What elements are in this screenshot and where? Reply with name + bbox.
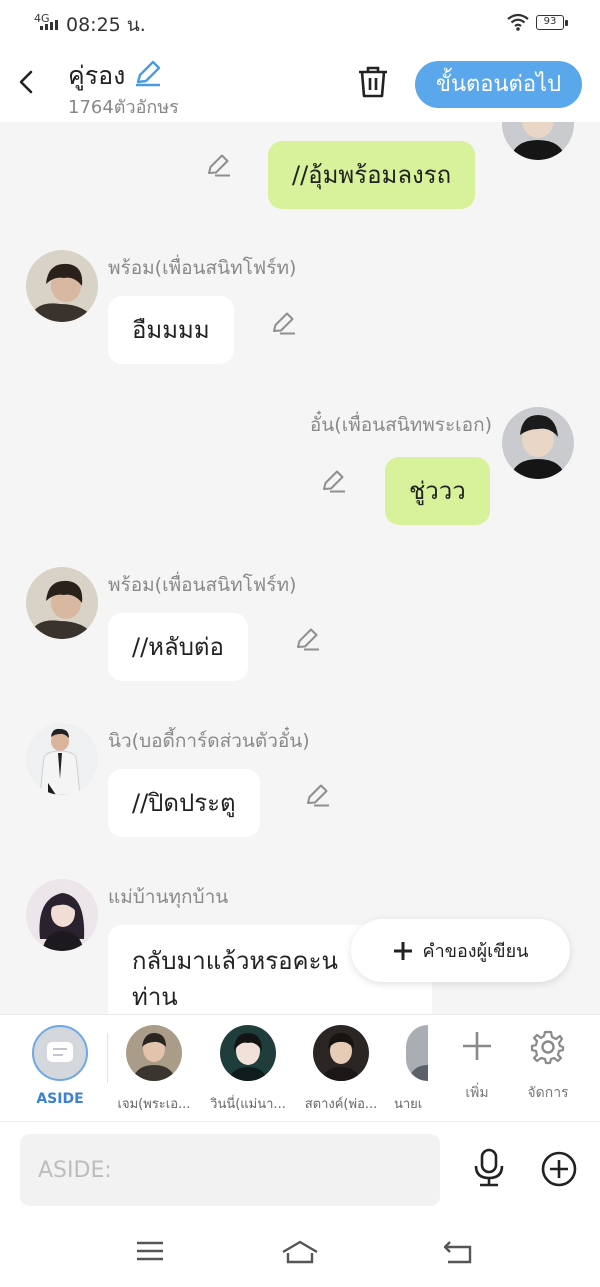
plus-icon bbox=[393, 941, 412, 960]
avatar[interactable] bbox=[26, 879, 98, 951]
page-title: คู่รอง bbox=[68, 61, 126, 90]
author-note-button[interactable]: คำของผู้เขียน bbox=[351, 919, 570, 982]
sender-name: อั๋น(เพื่อนสนิทพระเอก) bbox=[309, 414, 492, 436]
signal-icon bbox=[40, 20, 58, 30]
add-attachment-icon[interactable] bbox=[540, 1150, 578, 1192]
edit-message-icon[interactable] bbox=[320, 468, 346, 498]
message-line: ท่าน bbox=[132, 983, 178, 1011]
edit-message-icon[interactable] bbox=[270, 310, 296, 340]
sender-name: แม่บ้านทุกบ้าน bbox=[108, 886, 229, 908]
character-name: เจม(พระเอ... bbox=[117, 1097, 191, 1112]
message-bubble[interactable]: ชู่ววว bbox=[385, 457, 490, 525]
character-avatar[interactable] bbox=[406, 1025, 428, 1081]
chat-area: //อุ้มพร้อมลงรถ พร้อม(เพื่อนสนิทโฟร์ท) อ… bbox=[0, 122, 600, 1014]
character-avatar[interactable] bbox=[126, 1025, 182, 1081]
avatar[interactable] bbox=[26, 250, 98, 322]
add-character-icon[interactable] bbox=[460, 1029, 494, 1067]
character-avatar[interactable] bbox=[313, 1025, 369, 1081]
system-nav-bar bbox=[0, 1221, 600, 1287]
divider bbox=[107, 1033, 108, 1083]
aside-selector[interactable] bbox=[32, 1025, 88, 1081]
message-bubble[interactable]: อืมมมม bbox=[108, 296, 234, 364]
avatar[interactable] bbox=[26, 723, 98, 795]
chat-bubble-icon bbox=[47, 1042, 73, 1062]
edit-message-icon[interactable] bbox=[205, 152, 231, 182]
gear-icon[interactable] bbox=[530, 1029, 566, 1069]
next-step-button[interactable]: ขั้นตอนต่อไป bbox=[415, 61, 582, 108]
sender-name: นิว(บอดี้การ์ดส่วนตัวอั๋น) bbox=[108, 730, 310, 752]
character-bar: ASIDE เจม(พระเอ... วินนี่(แม่นา... สตางค… bbox=[0, 1014, 600, 1121]
message-bubble[interactable]: //หลับต่อ bbox=[108, 613, 248, 681]
avatar[interactable] bbox=[502, 122, 574, 160]
back-arrow-icon[interactable] bbox=[14, 66, 42, 98]
author-note-label: คำของผู้เขียน bbox=[422, 941, 529, 962]
manage-label: จัดการ bbox=[527, 1085, 569, 1101]
message-input[interactable] bbox=[20, 1134, 440, 1206]
home-icon[interactable] bbox=[280, 1239, 320, 1269]
input-bar bbox=[0, 1121, 600, 1221]
character-name: นายเ bbox=[394, 1097, 423, 1112]
back-nav-icon[interactable] bbox=[442, 1239, 474, 1269]
character-name: สตางค์(พ่อ... bbox=[304, 1097, 378, 1112]
microphone-icon[interactable] bbox=[470, 1148, 508, 1192]
edit-message-icon[interactable] bbox=[304, 782, 330, 812]
character-avatar[interactable] bbox=[220, 1025, 276, 1081]
edit-title-icon[interactable] bbox=[133, 58, 163, 92]
add-label: เพิ่ม bbox=[465, 1085, 489, 1101]
message-bubble[interactable]: //ปิดประตู bbox=[108, 769, 260, 837]
wifi-icon bbox=[506, 12, 530, 36]
message-bubble[interactable]: //อุ้มพร้อมลงรถ bbox=[268, 141, 476, 209]
trash-icon[interactable] bbox=[356, 64, 390, 104]
aside-label: ASIDE bbox=[36, 1091, 84, 1107]
avatar[interactable] bbox=[502, 407, 574, 479]
edit-message-icon[interactable] bbox=[294, 626, 320, 656]
menu-icon[interactable] bbox=[135, 1239, 165, 1267]
avatar[interactable] bbox=[26, 567, 98, 639]
character-name: วินนี่(แม่นา... bbox=[210, 1097, 286, 1112]
sender-name: พร้อม(เพื่อนสนิทโฟร์ท) bbox=[108, 574, 297, 596]
sender-name: พร้อม(เพื่อนสนิทโฟร์ท) bbox=[108, 257, 297, 279]
status-bar: 4G 08:25 น. 93 bbox=[0, 0, 600, 46]
app-header: คู่รอง 1764ตัวอักษร ขั้นตอนต่อไป bbox=[0, 46, 600, 122]
clock: 08:25 น. bbox=[66, 14, 146, 36]
battery-indicator: 93 bbox=[536, 15, 568, 30]
char-count: 1764ตัวอักษร bbox=[68, 97, 179, 118]
